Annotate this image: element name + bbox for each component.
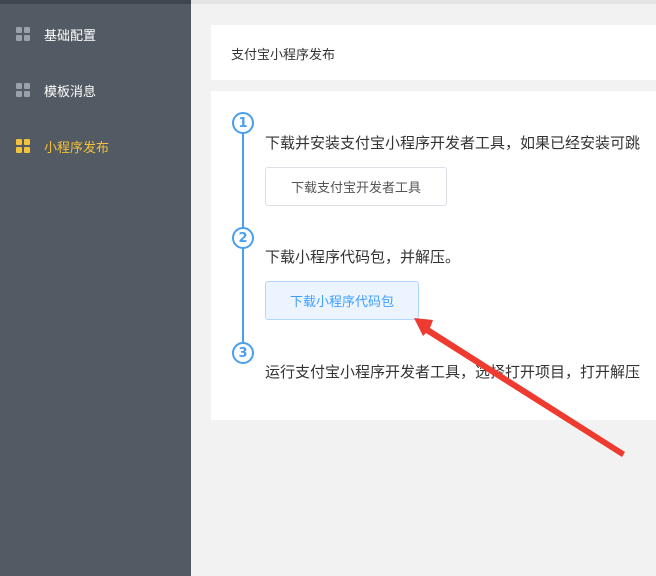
download-alipay-devtool-button[interactable]: 下载支付宝开发者工具 bbox=[265, 167, 447, 206]
sidebar-item-label: 模板消息 bbox=[44, 84, 97, 100]
sidebar-item-label: 小程序发布 bbox=[44, 140, 110, 156]
step-text: 下载小程序代码包，并解压。 bbox=[265, 248, 461, 266]
sidebar: 基础配置 模板消息 小程序发布 bbox=[0, 0, 191, 576]
header-strip bbox=[191, 0, 656, 4]
grid-icon bbox=[16, 27, 30, 41]
sidebar-item-label: 基础配置 bbox=[44, 28, 97, 44]
step-number-badge: 1 bbox=[232, 112, 254, 134]
step-number-badge: 3 bbox=[232, 342, 254, 364]
step-number-badge: 2 bbox=[232, 227, 254, 249]
steps-card: 1 下载并安装支付宝小程序开发者工具，如果已经安装可跳 下载支付宝开发者工具 2… bbox=[211, 91, 656, 420]
download-code-package-button[interactable]: 下载小程序代码包 bbox=[265, 281, 419, 320]
grid-icon bbox=[16, 83, 30, 97]
step-text: 运行支付宝小程序开发者工具，选择打开项目，打开解压 bbox=[265, 363, 641, 381]
step-text: 下载并安装支付宝小程序开发者工具，如果已经安装可跳 bbox=[265, 134, 641, 152]
sidebar-item-miniprogram-publish[interactable]: 小程序发布 bbox=[0, 118, 191, 174]
page-title: 支付宝小程序发布 bbox=[231, 48, 336, 63]
grid-icon bbox=[16, 139, 30, 153]
sidebar-topline bbox=[0, 0, 191, 4]
sidebar-item-basic-config[interactable]: 基础配置 bbox=[0, 6, 191, 62]
title-card: 支付宝小程序发布 bbox=[211, 25, 656, 80]
sidebar-item-template-message[interactable]: 模板消息 bbox=[0, 62, 191, 118]
